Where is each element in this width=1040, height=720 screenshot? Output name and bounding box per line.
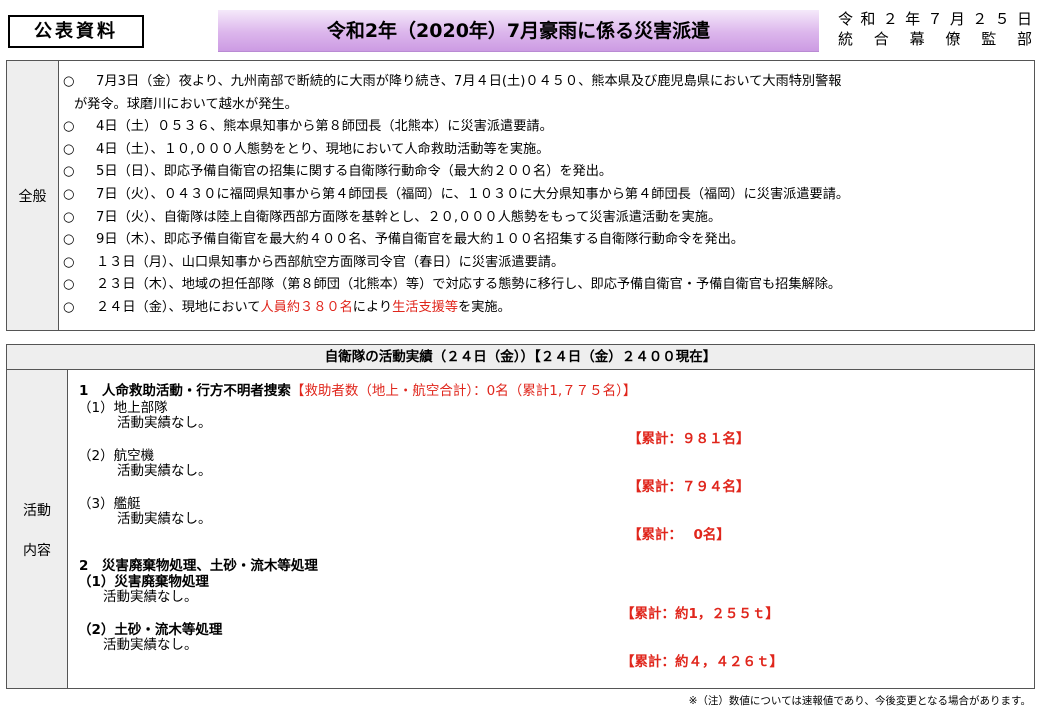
bullet-circle: ○ (63, 299, 75, 315)
general-item-text: を実施。 (458, 299, 511, 315)
general-item-text: ２３日（木）、地域の担任部隊（第８師団（北熊本）等）で対応する態勢に移行し、即応… (96, 277, 842, 293)
bullet-circle: ○ (63, 119, 75, 135)
personnel-count-highlight: 人員約３８０名 (260, 299, 353, 315)
soil-driftwood-total: 【累計：約４，４２６ｔ】 (621, 654, 783, 670)
section-rescue-title: 1 人命救助活動・行方不明者捜索【救助者数（地上・航空合計）：0名（累計1,７７… (79, 383, 636, 400)
general-item-text: 7日（火）、０４３０に福岡県知事から第４師団長（福岡）に、１０３０に大分県知事か… (96, 186, 850, 202)
general-label-text: 全般 (18, 188, 47, 205)
general-item: ○ 4日（土）、１０,０００人態勢をとり、現地において人命救助活動等を実施。 (61, 139, 1030, 162)
general-item: ○ 7日（火）、自衛隊は陸上自衛隊西部方面隊を基幹とし、２０,０００人態勢をもっ… (61, 207, 1030, 230)
bullet-circle: ○ (63, 141, 75, 157)
bullet-circle: ○ (63, 164, 75, 180)
footnote: ※（注）数値については速報値であり、今後変更となる場合があります。 (688, 695, 1031, 707)
general-item: ○ 5日（日）、即応予備自衛官の招集に関する自衛隊行動命令（最大約２００名）を発… (61, 161, 1030, 184)
activity-section: 活動 内容 1 人命救助活動・行方不明者捜索【救助者数（地上・航空合計）：0名（… (6, 369, 1035, 689)
rescue-count-note: 【救助者数（地上・航空合計）：0名（累計1,７７５名）】 (290, 383, 637, 399)
general-item-text: 9日（木）、即応予備自衛官を最大約４００名、予備自衛官を最大約１００名招集する自… (96, 232, 744, 248)
bullet-circle: ○ (63, 277, 75, 293)
general-item-text: により (352, 299, 393, 315)
general-item-text: 7月3日（金）夜より、九州南部で断続的に大雨が降り続き、7月４日(土)０４５０、… (96, 74, 842, 89)
bullet-circle: ○ (63, 74, 75, 89)
page-title: 令和2年（2020年）7月豪雨に係る災害派遣 (218, 10, 819, 52)
general-item-text: ２４日（金）、現地において (96, 299, 261, 315)
aircraft-result: 活動実績なし。 (117, 463, 212, 479)
bullet-circle: ○ (63, 209, 75, 225)
ground-unit-result: 活動実績なし。 (117, 415, 212, 431)
issuer: 統合幕僚監部 (838, 30, 1032, 48)
general-item-text: 5日（日）、即応予備自衛官の招集に関する自衛隊行動命令（最大約２００名）を発出。 (96, 164, 613, 180)
general-item-text: 7日（火）、自衛隊は陸上自衛隊西部方面隊を基幹とし、２０,０００人態勢をもって災… (96, 209, 722, 225)
general-item-text: 4日（土）０５３６、熊本県知事から第８師団長（北熊本）に災害派遣要請。 (96, 119, 553, 135)
general-item: ○ ２４日（金）、現地において人員約３８０名により生活支援等を実施。 (61, 297, 1030, 320)
activity-label: 活動 内容 (7, 370, 68, 688)
general-label: 全般 (7, 61, 59, 330)
section-rescue-heading: 1 人命救助活動・行方不明者捜索 (79, 383, 291, 399)
activity-label-line: 内容 (23, 543, 51, 559)
ground-unit-total: 【累計：９８１名】 (628, 431, 750, 447)
disaster-waste-total: 【累計：約1，２５５ｔ】 (621, 606, 779, 622)
general-item: ○ 7月3日（金）夜より、九州南部で断続的に大雨が降り続き、7月４日(土)０４５… (61, 71, 1030, 116)
vessel-result: 活動実績なし。 (117, 511, 212, 527)
bullet-circle: ○ (63, 232, 75, 248)
public-document-label: 公表資料 (8, 15, 144, 48)
general-item-text: １３日（月）、山口県知事から西部航空方面隊司令官（春日）に災害派遣要請。 (96, 254, 565, 270)
general-item: ○ ２３日（木）、地域の担任部隊（第８師団（北熊本）等）で対応する態勢に移行し、… (61, 274, 1030, 297)
general-list: ○ 7月3日（金）夜より、九州南部で断続的に大雨が降り続き、7月４日(土)０４５… (61, 71, 1030, 320)
bullet-circle: ○ (63, 186, 75, 202)
general-item-continuation: が発令。球磨川において越水が発生。 (74, 96, 298, 112)
general-item: ○ 7日（火）、０４３０に福岡県知事から第４師団長（福岡）に、１０３０に大分県知… (61, 184, 1030, 207)
livelihood-support-highlight: 生活支援等 (392, 299, 459, 315)
report-date: 令和２年７月２５日 (838, 10, 1032, 28)
general-item: ○ １３日（月）、山口県知事から西部航空方面隊司令官（春日）に災害派遣要請。 (61, 252, 1030, 275)
general-item: ○ 4日（土）０５３６、熊本県知事から第８師団長（北熊本）に災害派遣要請。 (61, 116, 1030, 139)
activity-header: 自衛隊の活動実績（２４日（金））【２４日（金）２４００現在】 (6, 344, 1035, 370)
vessel-total: 【累計： 0名】 (628, 527, 730, 543)
disaster-waste-result: 活動実績なし。 (103, 589, 198, 605)
section-debris-title: 2 災害廃棄物処理、土砂・流木等処理 (79, 558, 318, 574)
bullet-circle: ○ (63, 254, 75, 270)
aircraft-total: 【累計：７９４名】 (628, 479, 750, 495)
general-item-text: 4日（土）、１０,０００人態勢をとり、現地において人命救助活動等を実施。 (96, 141, 550, 157)
general-section: 全般 ○ 7月3日（金）夜より、九州南部で断続的に大雨が降り続き、7月４日(土)… (6, 60, 1035, 331)
soil-driftwood-result: 活動実績なし。 (103, 637, 198, 653)
general-item: ○ 9日（木）、即応予備自衛官を最大約４００名、予備自衛官を最大約１００名招集す… (61, 229, 1030, 252)
activity-label-line: 活動 (23, 503, 51, 519)
